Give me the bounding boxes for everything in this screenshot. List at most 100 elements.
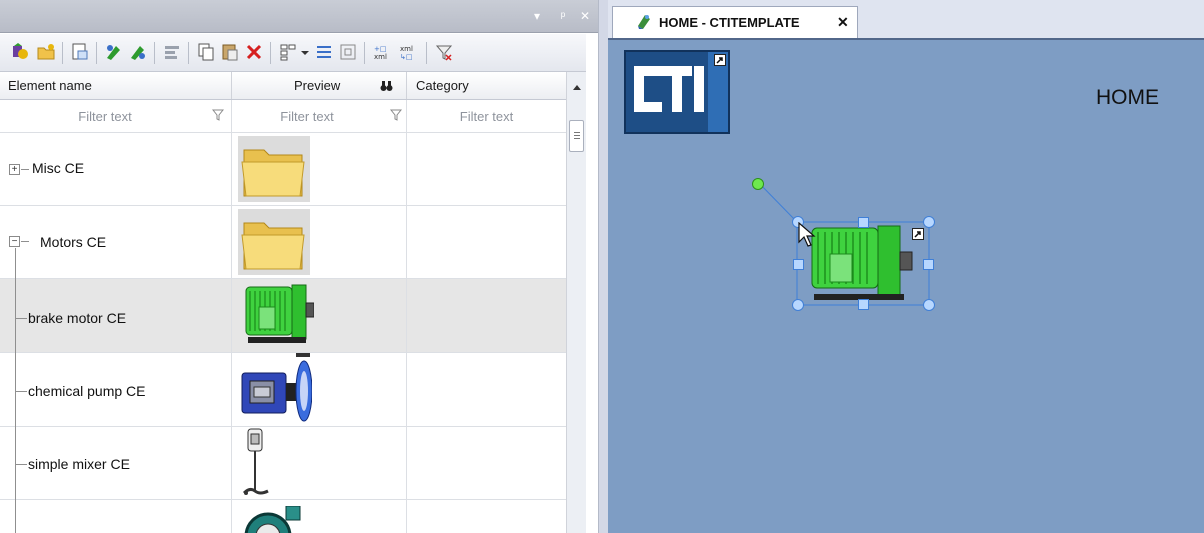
cell-divider [231, 353, 232, 426]
svg-text:+□: +□ [374, 45, 386, 53]
svg-text:xml: xml [400, 45, 413, 53]
toolbar-separator [62, 42, 63, 64]
filter-icon[interactable] [390, 109, 402, 121]
cell-divider [406, 279, 407, 352]
filter-preview[interactable]: Filter text [232, 100, 382, 133]
tree-connector [15, 248, 16, 279]
folder-icon [238, 209, 310, 275]
filter-element-name[interactable]: Filter text [0, 100, 210, 133]
column-header-element-name[interactable]: Element name [8, 72, 92, 100]
column-header-category[interactable]: Category [416, 72, 469, 100]
pump-icon [244, 506, 301, 533]
list-item[interactable] [0, 500, 566, 533]
cti-logo-object[interactable] [624, 50, 730, 134]
tab-title: HOME - CTITEMPLATE [659, 15, 800, 30]
resize-handle-left[interactable] [793, 259, 804, 270]
shortcut-icon [912, 228, 924, 240]
list-item[interactable]: chemical pump CE [0, 353, 566, 427]
cell-divider [406, 206, 407, 278]
toolbar-separator [426, 42, 427, 64]
expand-toggle[interactable]: + [9, 164, 20, 175]
cell-divider [406, 353, 407, 426]
rotation-handle[interactable] [752, 178, 764, 190]
element-library-panel: ▾ ᵖ ✕ +□xml xml↳□ Element name Preview [0, 0, 598, 533]
shortcut-icon [714, 54, 726, 66]
view-options-icon[interactable] [278, 42, 298, 62]
list-item[interactable]: simple mixer CE [0, 427, 566, 500]
panel-splitter[interactable] [598, 0, 608, 533]
row-label: chemical pump CE [28, 383, 146, 399]
screen-design-canvas[interactable]: HOME [608, 38, 1204, 533]
panel-menu-button[interactable]: ▾ [530, 8, 544, 24]
toolbar-separator [96, 42, 97, 64]
screen-title-text[interactable]: HOME [1096, 86, 1159, 110]
panel-close-button[interactable]: ✕ [578, 8, 592, 24]
filter-category[interactable]: Filter text [407, 100, 566, 133]
delete-icon[interactable] [244, 42, 264, 62]
vertical-scrollbar[interactable] [566, 72, 586, 533]
tree-connector [21, 241, 29, 242]
screen-document-icon [638, 15, 650, 29]
import-xml-icon[interactable]: xml↳□ [398, 42, 418, 62]
resize-handle-top[interactable] [858, 217, 869, 228]
list-item[interactable]: + Misc CE [0, 133, 566, 206]
mouse-pointer-icon [798, 222, 816, 247]
tree-connector [15, 464, 27, 465]
mixer-icon [242, 428, 269, 495]
row-label: Motors CE [40, 234, 107, 250]
properties-icon[interactable] [162, 42, 182, 62]
grid-header: Element name Preview Category [0, 72, 566, 100]
cell-divider [406, 427, 407, 499]
binoculars-icon[interactable] [380, 80, 393, 92]
frame-icon[interactable] [338, 42, 358, 62]
brake-motor-object[interactable] [806, 224, 926, 304]
cell-divider [231, 133, 232, 205]
collapse-toggle[interactable]: − [9, 236, 20, 247]
column-divider[interactable] [231, 72, 232, 99]
svg-text:xml: xml [374, 53, 387, 61]
panel-pin-button[interactable]: ᵖ [556, 8, 570, 24]
edit-element-icon[interactable] [128, 42, 148, 62]
list-item-selected[interactable]: brake motor CE [0, 279, 566, 353]
resize-handle-bottom-left[interactable] [792, 299, 804, 311]
folder-icon [238, 136, 310, 202]
column-divider[interactable] [406, 72, 407, 99]
scroll-thumb[interactable] [569, 120, 584, 152]
resize-handle-bottom-right[interactable] [923, 299, 935, 311]
open-folder-icon[interactable] [36, 42, 56, 62]
filter-row: Filter text Filter text Filter text [0, 100, 566, 133]
tree-connector [15, 279, 16, 353]
resize-handle-bottom[interactable] [858, 299, 869, 310]
new-element-icon[interactable] [10, 42, 30, 62]
cell-divider [231, 427, 232, 499]
cti-logo [626, 52, 728, 132]
tree-connector [21, 169, 29, 170]
row-label: brake motor CE [28, 310, 127, 326]
document-tab-strip: HOME - CTITEMPLATE ✕ [608, 0, 1204, 38]
list-view-icon[interactable] [314, 42, 334, 62]
tree-connector [15, 318, 27, 319]
list-item[interactable]: − Motors CE [0, 206, 566, 279]
paste-icon[interactable] [220, 42, 240, 62]
copy-icon[interactable] [196, 42, 216, 62]
cell-divider [231, 206, 232, 278]
column-header-preview[interactable]: Preview [294, 72, 340, 100]
tab-home-ctitemplate[interactable]: HOME - CTITEMPLATE ✕ [612, 6, 858, 38]
toolbar-separator [188, 42, 189, 64]
svg-text:↳□: ↳□ [400, 53, 412, 61]
cell-divider [231, 279, 232, 352]
tab-close-button[interactable]: ✕ [837, 14, 849, 31]
dropdown-arrow-icon[interactable] [300, 42, 310, 62]
import-icon[interactable] [70, 42, 90, 62]
resize-handle-right[interactable] [923, 259, 934, 270]
clear-filter-icon[interactable] [434, 42, 454, 62]
resize-handle-top-right[interactable] [923, 216, 935, 228]
scroll-up-icon[interactable] [571, 82, 583, 92]
filter-icon[interactable] [212, 109, 224, 121]
cell-divider [406, 133, 407, 205]
add-element-icon[interactable] [104, 42, 124, 62]
tree-connector [15, 391, 27, 392]
export-xml-icon[interactable]: +□xml [372, 42, 392, 62]
brake-motor-icon [245, 284, 314, 343]
row-label: Misc CE [32, 160, 85, 176]
